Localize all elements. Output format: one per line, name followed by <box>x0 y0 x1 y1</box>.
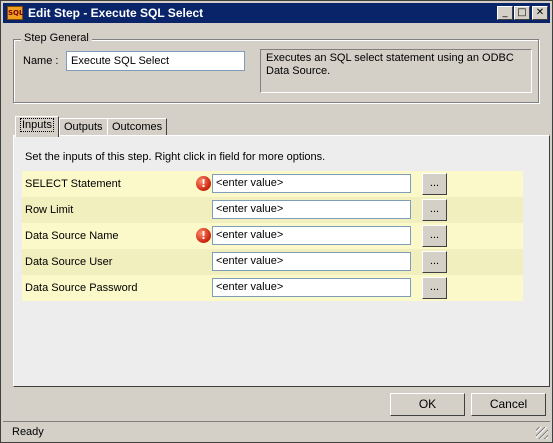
data-source-user-field[interactable]: <enter value> <box>212 252 411 271</box>
step-general-label: Step General <box>21 32 92 44</box>
name-label: Name : <box>23 55 59 67</box>
tab-inputs-label: Inputs <box>20 118 54 132</box>
input-row-select-statement: SELECT Statement ! <enter value> ... <box>22 171 523 197</box>
select-statement-field[interactable]: <enter value> <box>212 174 411 193</box>
maximize-button[interactable]: □ <box>514 6 530 20</box>
tab-outcomes[interactable]: Outcomes <box>107 118 168 136</box>
browse-button[interactable]: ... <box>422 251 447 273</box>
data-source-password-field[interactable]: <enter value> <box>212 278 411 297</box>
required-warning-icon: ! <box>196 228 211 243</box>
row-label: Row Limit <box>25 204 74 216</box>
app-icon: SQL <box>7 6 23 20</box>
minimize-button[interactable]: _ <box>497 6 513 20</box>
title-bar[interactable]: SQL Edit Step - Execute SQL Select _ □ ✕ <box>3 3 550 23</box>
resize-grip-icon[interactable] <box>536 427 548 439</box>
window-title: Edit Step - Execute SQL Select <box>28 6 204 20</box>
input-row-data-source-password: Data Source Password <enter value> ... <box>22 275 523 301</box>
required-warning-icon: ! <box>196 176 211 191</box>
tab-outputs-label: Outputs <box>64 121 103 133</box>
row-label: Data Source User <box>25 256 113 268</box>
browse-button[interactable]: ... <box>422 199 447 221</box>
browse-button[interactable]: ... <box>422 225 447 247</box>
status-text: Ready <box>12 426 44 438</box>
ok-button[interactable]: OK <box>390 393 465 416</box>
input-row-data-source-name: Data Source Name ! <enter value> ... <box>22 223 523 249</box>
inputs-instructions: Set the inputs of this step. Right click… <box>25 151 326 163</box>
edit-step-window: SQL Edit Step - Execute SQL Select _ □ ✕… <box>0 0 553 443</box>
row-label: Data Source Password <box>25 282 138 294</box>
input-row-data-source-user: Data Source User <enter value> ... <box>22 249 523 275</box>
close-button[interactable]: ✕ <box>532 6 548 20</box>
row-limit-field[interactable]: <enter value> <box>212 200 411 219</box>
row-label: SELECT Statement <box>25 178 121 190</box>
tab-outputs[interactable]: Outputs <box>59 118 108 136</box>
browse-button[interactable]: ... <box>422 277 447 299</box>
input-row-row-limit: Row Limit <enter value> ... <box>22 197 523 223</box>
tab-inputs[interactable]: Inputs <box>15 116 59 137</box>
name-field[interactable]: Execute SQL Select <box>66 51 245 71</box>
row-label: Data Source Name <box>25 230 119 242</box>
cancel-button[interactable]: Cancel <box>471 393 546 416</box>
browse-button[interactable]: ... <box>422 173 447 195</box>
step-description: Executes an SQL select statement using a… <box>260 49 532 93</box>
data-source-name-field[interactable]: <enter value> <box>212 226 411 245</box>
tab-outcomes-label: Outcomes <box>112 121 163 133</box>
status-bar: Ready <box>3 421 550 441</box>
